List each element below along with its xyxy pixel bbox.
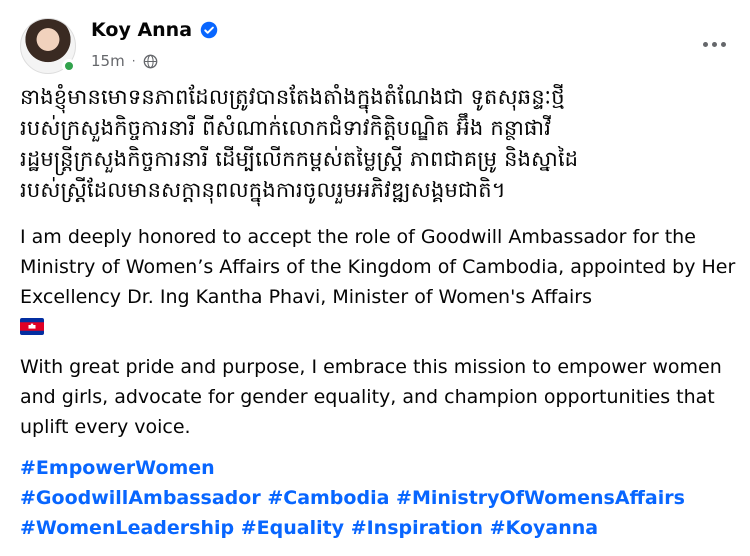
post-text-khmer: នាងខ្ញុំមានមោទនភាពដែលត្រូវបានតែងតាំងក្នុ… xyxy=(20,85,579,202)
hashtag-link[interactable]: #EmpowerWomen xyxy=(20,457,215,479)
hashtag-line: #WomenLeadership #Equality #Inspiration … xyxy=(20,513,736,543)
hashtags: #EmpowerWomen #GoodwillAmbassador #Cambo… xyxy=(20,453,736,543)
hashtag-link[interactable]: #WomenLeadership xyxy=(20,517,234,539)
post-text-english-1: I am deeply honored to accept the role o… xyxy=(20,226,736,308)
hashtag-link[interactable]: #Cambodia xyxy=(267,487,389,509)
meta-separator: · xyxy=(131,54,136,68)
hashtag-link[interactable]: #Inspiration xyxy=(351,517,483,539)
hashtag-link[interactable]: #Koyanna xyxy=(490,517,598,539)
online-status-indicator xyxy=(62,59,76,73)
post-meta: 15m · xyxy=(91,52,158,70)
globe-icon[interactable] xyxy=(143,54,158,69)
hashtag-link[interactable]: #Equality xyxy=(241,517,344,539)
post-timestamp[interactable]: 15m xyxy=(91,52,125,70)
author-name-row: Koy Anna xyxy=(91,19,218,41)
more-options-icon[interactable] xyxy=(696,32,732,56)
verified-badge-icon xyxy=(200,21,218,39)
author-name[interactable]: Koy Anna xyxy=(91,19,192,41)
hashtag-link[interactable]: #MinistryOfWomensAffairs xyxy=(396,487,685,509)
hashtag-link[interactable]: #GoodwillAmbassador xyxy=(20,487,261,509)
cambodia-flag-icon xyxy=(20,318,44,335)
hashtag-line: #GoodwillAmbassador #Cambodia #MinistryO… xyxy=(20,483,736,513)
post-header: Koy Anna 15m · xyxy=(20,16,732,76)
post-text-english-2: With great pride and purpose, I embrace … xyxy=(20,356,722,438)
hashtag-line: #EmpowerWomen xyxy=(20,453,736,483)
